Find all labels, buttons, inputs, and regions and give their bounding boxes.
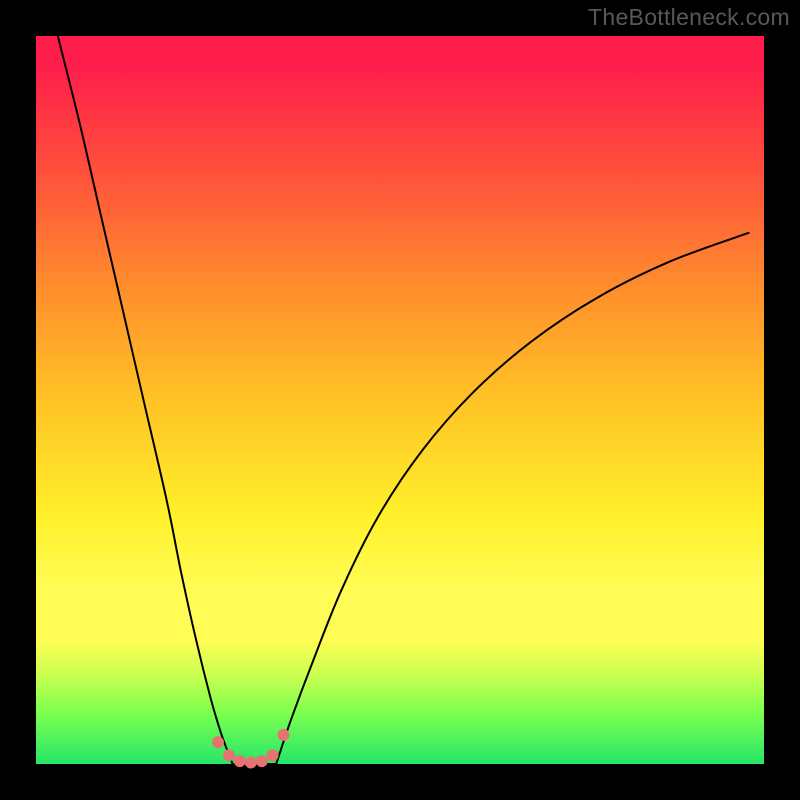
bottleneck-curve <box>58 36 750 767</box>
valley-dot <box>256 755 268 767</box>
valley-dot <box>267 749 279 761</box>
chart-stage: TheBottleneck.com <box>0 0 800 800</box>
valley-dot <box>223 749 235 761</box>
curve-svg <box>36 36 764 764</box>
valley-dot <box>234 755 246 767</box>
watermark-text: TheBottleneck.com <box>588 4 790 31</box>
plot-area <box>36 36 764 764</box>
valley-dot <box>212 736 224 748</box>
valley-dot <box>245 757 257 769</box>
valley-dot <box>278 729 290 741</box>
valley-dots-group <box>212 729 290 769</box>
